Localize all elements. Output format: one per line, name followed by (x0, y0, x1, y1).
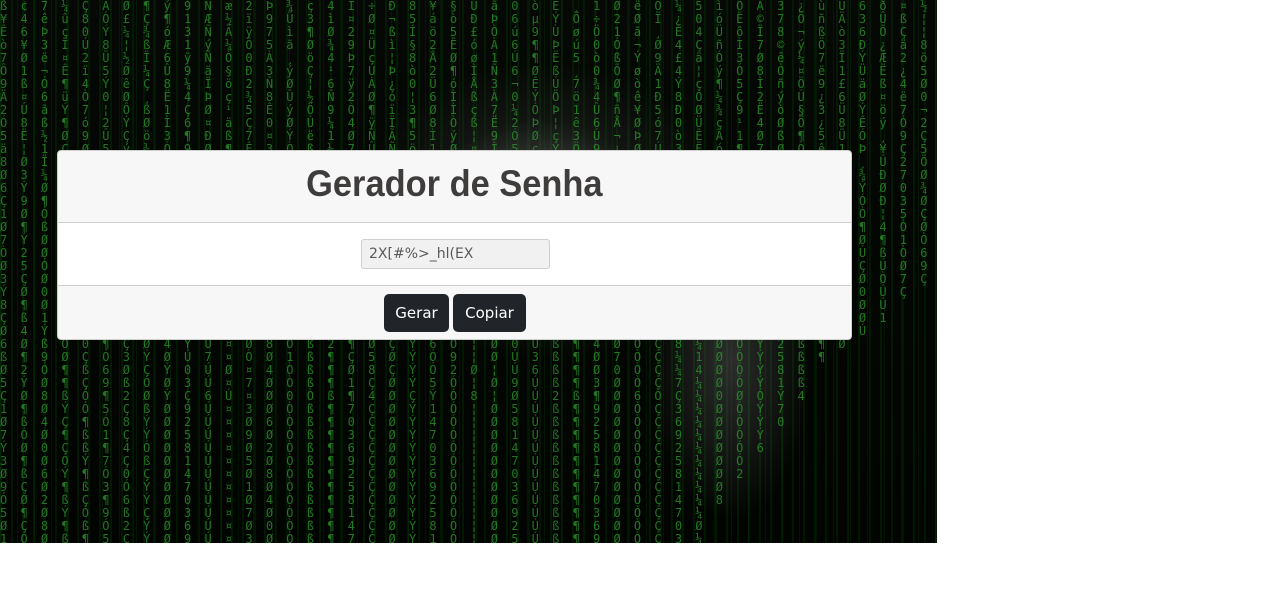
card-footer: Gerar Copiar (58, 286, 851, 339)
password-generator-card: Gerador de Senha Gerar Copiar (57, 150, 852, 340)
card-body (58, 223, 851, 286)
copy-button[interactable]: Copiar (453, 294, 526, 332)
password-field[interactable] (361, 239, 550, 269)
page-title: Gerador de Senha (306, 163, 603, 204)
card-header: Gerador de Senha (58, 151, 851, 223)
generate-button[interactable]: Gerar (384, 294, 449, 332)
